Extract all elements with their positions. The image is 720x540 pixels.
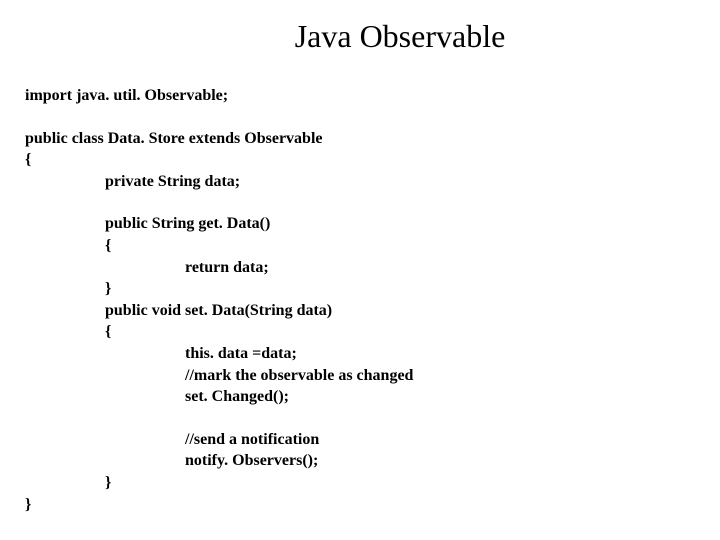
blank-line bbox=[25, 192, 413, 213]
code-line: public void set. Data(String data) bbox=[25, 300, 413, 322]
code-line: } bbox=[25, 472, 413, 494]
code-line: //send a notification bbox=[25, 429, 413, 451]
code-line: { bbox=[25, 235, 413, 257]
code-line: { bbox=[25, 149, 413, 171]
code-line: } bbox=[25, 494, 413, 516]
code-line: private String data; bbox=[25, 171, 413, 193]
code-line: public class Data. Store extends Observa… bbox=[25, 128, 413, 150]
code-line: return data; bbox=[25, 257, 413, 279]
code-line: notify. Observers(); bbox=[25, 450, 413, 472]
code-line: set. Changed(); bbox=[25, 386, 413, 408]
code-line: public String get. Data() bbox=[25, 213, 413, 235]
code-line: } bbox=[25, 278, 413, 300]
code-line: { bbox=[25, 321, 413, 343]
blank-line bbox=[25, 408, 413, 429]
code-line: this. data =data; bbox=[25, 343, 413, 365]
code-line: //mark the observable as changed bbox=[25, 365, 413, 387]
code-content: import java. util. Observable; public cl… bbox=[25, 85, 413, 515]
code-line: import java. util. Observable; bbox=[25, 85, 413, 107]
slide-title: Java Observable bbox=[0, 0, 720, 55]
blank-line bbox=[25, 107, 413, 128]
